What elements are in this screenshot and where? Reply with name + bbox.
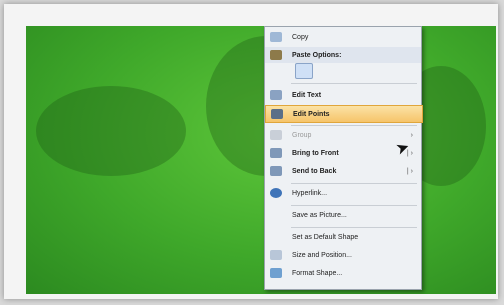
menu-label-bring-to-front: Bring to Front bbox=[292, 149, 339, 157]
menu-separator bbox=[291, 125, 417, 126]
menu-separator bbox=[291, 183, 417, 184]
menu-separator bbox=[291, 83, 417, 84]
group-icon bbox=[270, 130, 282, 140]
blank-icon bbox=[270, 232, 282, 242]
photo-frame: Copy Paste Options: Edit Text Edit Point… bbox=[4, 4, 498, 299]
bring-forward-icon bbox=[270, 148, 282, 158]
menu-label-edit-points: Edit Points bbox=[293, 110, 330, 118]
menu-item-edit-text[interactable]: Edit Text bbox=[265, 87, 421, 103]
menu-item-send-to-back[interactable]: Send to Back | › bbox=[265, 163, 421, 179]
paint-icon bbox=[270, 268, 282, 278]
menu-label-group: Group bbox=[292, 131, 312, 139]
globe-link-icon bbox=[270, 188, 282, 198]
menu-item-hyperlink[interactable]: Hyperlink... bbox=[265, 185, 421, 201]
menu-item-edit-points[interactable]: Edit Points bbox=[265, 105, 423, 123]
menu-item-copy[interactable]: Copy bbox=[265, 29, 421, 45]
menu-label-edit-text: Edit Text bbox=[292, 91, 322, 99]
edit-points-icon bbox=[271, 109, 283, 119]
menu-item-set-default-shape[interactable]: Set as Default Shape bbox=[265, 229, 421, 245]
slide-background: Copy Paste Options: Edit Text Edit Point… bbox=[26, 26, 496, 294]
shadow-silhouette-left bbox=[36, 86, 186, 176]
menu-label-hyperlink: Hyperlink... bbox=[292, 189, 328, 197]
menu-label-format-shape: Format Shape... bbox=[292, 269, 343, 277]
menu-label-set-default-shape: Set as Default Shape bbox=[292, 233, 359, 241]
menu-item-format-shape[interactable]: Format Shape... bbox=[265, 265, 421, 281]
paste-option-icon[interactable] bbox=[295, 63, 313, 79]
clipboard-icon bbox=[270, 50, 282, 60]
menu-label-save-as-picture: Save as Picture... bbox=[292, 211, 347, 219]
blank-icon bbox=[270, 210, 282, 220]
menu-header-paste-options: Paste Options: bbox=[265, 47, 421, 63]
chevron-right-icon: › bbox=[410, 131, 413, 139]
menu-label-paste-options: Paste Options: bbox=[292, 51, 342, 59]
menu-separator bbox=[291, 205, 417, 206]
send-backward-icon bbox=[270, 166, 282, 176]
chevron-right-icon: | › bbox=[406, 167, 413, 175]
copy-icon bbox=[270, 32, 282, 42]
menu-separator bbox=[291, 227, 417, 228]
menu-item-save-as-picture[interactable]: Save as Picture... bbox=[265, 207, 421, 223]
menu-label-send-to-back: Send to Back bbox=[292, 167, 337, 175]
text-box-icon bbox=[270, 90, 282, 100]
size-icon bbox=[270, 250, 282, 260]
menu-label-size-position: Size and Position... bbox=[292, 251, 352, 259]
menu-label-copy: Copy bbox=[292, 33, 309, 41]
menu-item-size-position[interactable]: Size and Position... bbox=[265, 247, 421, 263]
